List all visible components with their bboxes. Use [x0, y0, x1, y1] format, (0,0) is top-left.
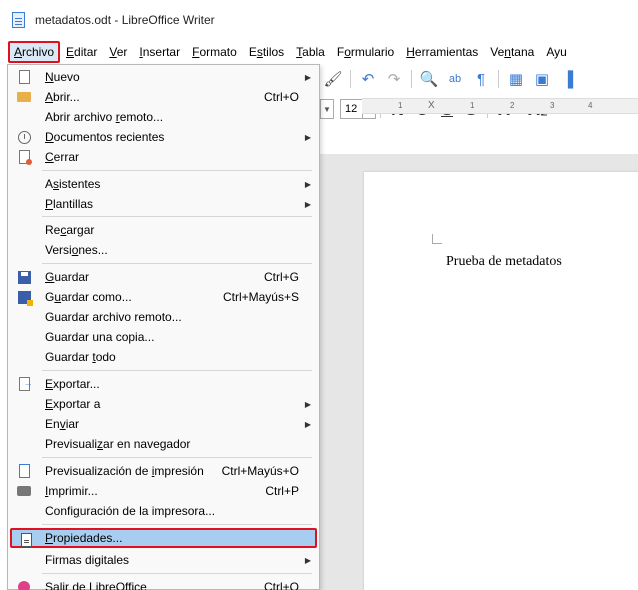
image-icon[interactable]: ▣ — [532, 69, 552, 89]
find-replace-icon[interactable]: 🔍 — [419, 69, 439, 89]
shortcut-label: Ctrl+O — [263, 90, 299, 104]
submenu-arrow-icon: ▶ — [304, 555, 311, 565]
menu-item-guardar-copia[interactable]: Guardar una copia... — [8, 327, 319, 347]
menu-editar[interactable]: Editar — [60, 42, 103, 62]
menu-item-propiedades[interactable]: Propiedades... — [10, 528, 317, 548]
spelling-icon[interactable]: ab — [445, 69, 465, 89]
shortcut-label: Ctrl+P — [265, 484, 299, 498]
shortcut-label: Ctrl+G — [263, 270, 299, 284]
print-preview-icon — [16, 463, 32, 479]
shortcut-label: Ctrl+Q — [263, 580, 299, 590]
menu-formulario[interactable]: Formulario — [331, 42, 400, 62]
menu-bar: Archivo Editar Ver Insertar Formato Esti… — [0, 40, 638, 64]
menu-item-exportar-a[interactable]: Exportar a ▶ — [8, 394, 319, 414]
menu-insertar[interactable]: Insertar — [133, 42, 186, 62]
menu-ver[interactable]: Ver — [103, 42, 133, 62]
menu-separator — [42, 170, 312, 171]
document-page[interactable]: Prueba de metadatos — [364, 172, 638, 590]
menu-item-cerrar[interactable]: Cerrar — [8, 147, 319, 167]
undo-icon[interactable]: ↶ — [358, 69, 378, 89]
menu-item-nuevo[interactable]: Nuevo ▶ — [8, 67, 319, 87]
ruler-tick: 3 — [550, 101, 555, 110]
horizontal-ruler[interactable]: 1 X 1 2 3 4 — [362, 98, 638, 114]
properties-icon — [18, 532, 34, 548]
menu-item-recargar[interactable]: Recargar — [8, 220, 319, 240]
submenu-arrow-icon: ▶ — [304, 199, 311, 209]
window-title: metadatos.odt - LibreOffice Writer — [35, 13, 215, 27]
menu-estilos[interactable]: Estilos — [243, 42, 290, 62]
menu-separator — [42, 216, 312, 217]
clone-formatting-icon[interactable]: 🖌 — [323, 69, 343, 89]
menu-item-salir[interactable]: Salir de LibreOffice Ctrl+Q — [8, 577, 319, 590]
ruler-tick: 1 — [398, 101, 403, 110]
menu-item-versiones[interactable]: Versiones... — [8, 240, 319, 260]
toolbar-separator — [350, 70, 351, 88]
menu-item-guardar[interactable]: Guardar Ctrl+G — [8, 267, 319, 287]
printer-icon — [16, 483, 32, 499]
chart-icon[interactable]: ▐ — [558, 69, 578, 89]
save-icon — [16, 269, 32, 285]
menu-formato[interactable]: Formato — [186, 42, 243, 62]
menu-item-previsualizar-navegador[interactable]: Previsualizar en navegador — [8, 434, 319, 454]
document-text[interactable]: Prueba de metadatos — [446, 254, 562, 270]
submenu-arrow-icon: ▶ — [304, 419, 311, 429]
formatting-marks-icon[interactable]: ¶ — [471, 69, 491, 89]
menu-item-documentos-recientes[interactable]: Documentos recientes ▶ — [8, 127, 319, 147]
menu-item-enviar[interactable]: Enviar ▶ — [8, 414, 319, 434]
menu-item-configuracion-impresora[interactable]: Configuración de la impresora... — [8, 501, 319, 521]
file-menu: Nuevo ▶ Abrir... Ctrl+O Abrir archivo re… — [7, 64, 320, 590]
submenu-arrow-icon: ▶ — [304, 399, 311, 409]
submenu-arrow-icon: ▶ — [304, 179, 311, 189]
submenu-arrow-icon: ▶ — [304, 132, 311, 142]
menu-separator — [42, 573, 312, 574]
standard-toolbar: 🖌 ↶ ↷ 🔍 ab ¶ ▦ ▣ ▐ — [320, 64, 638, 94]
menu-item-guardar-remoto[interactable]: Guardar archivo remoto... — [8, 307, 319, 327]
font-name-dropdown-arrow[interactable]: ▼ — [320, 99, 334, 119]
menu-item-guardar-como[interactable]: Guardar como... Ctrl+Mayús+S — [8, 287, 319, 307]
menu-tabla[interactable]: Tabla — [290, 42, 331, 62]
redo-icon[interactable]: ↷ — [384, 69, 404, 89]
menu-separator — [42, 524, 312, 525]
shortcut-label: Ctrl+Mayús+S — [222, 290, 299, 304]
menu-herramientas[interactable]: Herramientas — [400, 42, 484, 62]
menu-item-abrir[interactable]: Abrir... Ctrl+O — [8, 87, 319, 107]
ruler-tick: 1 — [470, 101, 475, 110]
menu-item-firmas-digitales[interactable]: Firmas digitales ▶ — [8, 550, 319, 570]
close-document-icon — [16, 149, 32, 165]
recent-clock-icon — [16, 129, 32, 145]
text-boundary-corner — [432, 234, 442, 244]
new-document-icon — [16, 69, 32, 85]
menu-item-plantillas[interactable]: Plantillas ▶ — [8, 194, 319, 214]
ruler-margin-marker: X — [428, 100, 435, 111]
toolbar-separator — [498, 70, 499, 88]
menu-ventana[interactable]: Ventana — [484, 42, 540, 62]
save-as-icon — [16, 289, 33, 306]
menu-ayuda[interactable]: Ayu — [540, 42, 572, 62]
menu-item-exportar[interactable]: Exportar... — [8, 374, 319, 394]
open-folder-icon — [16, 89, 32, 105]
menu-item-asistentes[interactable]: Asistentes ▶ — [8, 174, 319, 194]
table-icon[interactable]: ▦ — [506, 69, 526, 89]
menu-item-guardar-todo[interactable]: Guardar todo — [8, 347, 319, 367]
shortcut-label: Ctrl+Mayús+O — [221, 464, 299, 478]
writer-document-icon — [12, 12, 25, 28]
menu-separator — [42, 263, 312, 264]
menu-item-previsualizacion-impresion[interactable]: Previsualización de impresión Ctrl+Mayús… — [8, 461, 319, 481]
menu-archivo[interactable]: Archivo — [8, 41, 61, 63]
title-bar: metadatos.odt - LibreOffice Writer — [0, 0, 638, 40]
menu-separator — [42, 457, 312, 458]
ruler-tick: 2 — [510, 101, 515, 110]
toolbar-separator — [411, 70, 412, 88]
menu-separator — [42, 370, 312, 371]
menu-item-imprimir[interactable]: Imprimir... Ctrl+P — [8, 481, 319, 501]
quit-libreoffice-icon — [16, 579, 32, 590]
ruler-tick: 4 — [588, 101, 593, 110]
menu-item-abrir-remoto[interactable]: Abrir archivo remoto... — [8, 107, 319, 127]
font-size-value: 12 — [345, 103, 358, 115]
export-icon — [16, 376, 33, 392]
submenu-arrow-icon: ▶ — [304, 72, 311, 82]
